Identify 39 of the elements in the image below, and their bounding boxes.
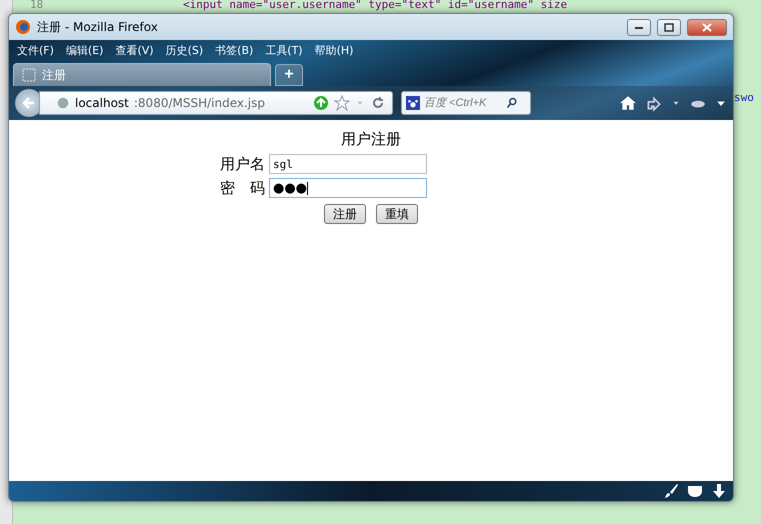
page-icon: [22, 68, 36, 82]
username-field[interactable]: sgl: [269, 154, 427, 174]
field-label: 密 码: [219, 178, 265, 198]
paw-icon[interactable]: [406, 96, 420, 110]
firefox-logo-icon[interactable]: [15, 19, 31, 35]
menu-item[interactable]: 工具(T): [265, 42, 303, 58]
new-tab-button[interactable]: +: [275, 64, 303, 86]
download-icon[interactable]: [711, 483, 727, 499]
menu-item[interactable]: 文件(F): [17, 42, 54, 58]
form-heading: 用户注册: [341, 130, 401, 149]
close-button[interactable]: [687, 18, 727, 36]
home-icon[interactable]: [619, 94, 637, 112]
reload-icon[interactable]: [370, 95, 386, 111]
code-fragment: swo: [734, 92, 754, 104]
search-bar[interactable]: 百度 <Ctrl+K: [401, 91, 531, 115]
line-number: 18: [30, 0, 44, 11]
star-icon[interactable]: [334, 95, 350, 111]
search-icon[interactable]: [506, 96, 518, 110]
search-field[interactable]: 百度 <Ctrl+K: [424, 97, 502, 109]
menu-item[interactable]: 查看(V): [115, 42, 154, 58]
window-title: 注册 - Mozilla Firefox: [37, 18, 159, 36]
menu-item[interactable]: 历史(S): [166, 42, 204, 58]
menu-item[interactable]: 编辑(E): [66, 42, 104, 58]
minimize-button[interactable]: [627, 18, 651, 36]
reset-button[interactable]: 重填: [376, 204, 418, 224]
password-field[interactable]: ●●●: [269, 178, 427, 198]
address-bar[interactable]: localhost :8080/MSSH/index.jsp: [39, 91, 393, 115]
maximize-icon: [664, 22, 674, 32]
register-button[interactable]: 注册: [324, 204, 366, 224]
minimize-icon: [634, 24, 644, 30]
close-icon: [702, 22, 712, 32]
field-label: 用户名: [219, 154, 265, 174]
maximize-button[interactable]: [657, 18, 681, 36]
code-line: <input name="user.username" type="text" id="username" size: [183, 0, 568, 11]
brush-icon[interactable]: [663, 483, 679, 499]
back-arrow-icon: [21, 95, 37, 111]
menu-item[interactable]: 书签(B): [215, 42, 254, 58]
go-icon[interactable]: [313, 95, 329, 111]
menu-item[interactable]: 帮助(H): [314, 42, 354, 58]
